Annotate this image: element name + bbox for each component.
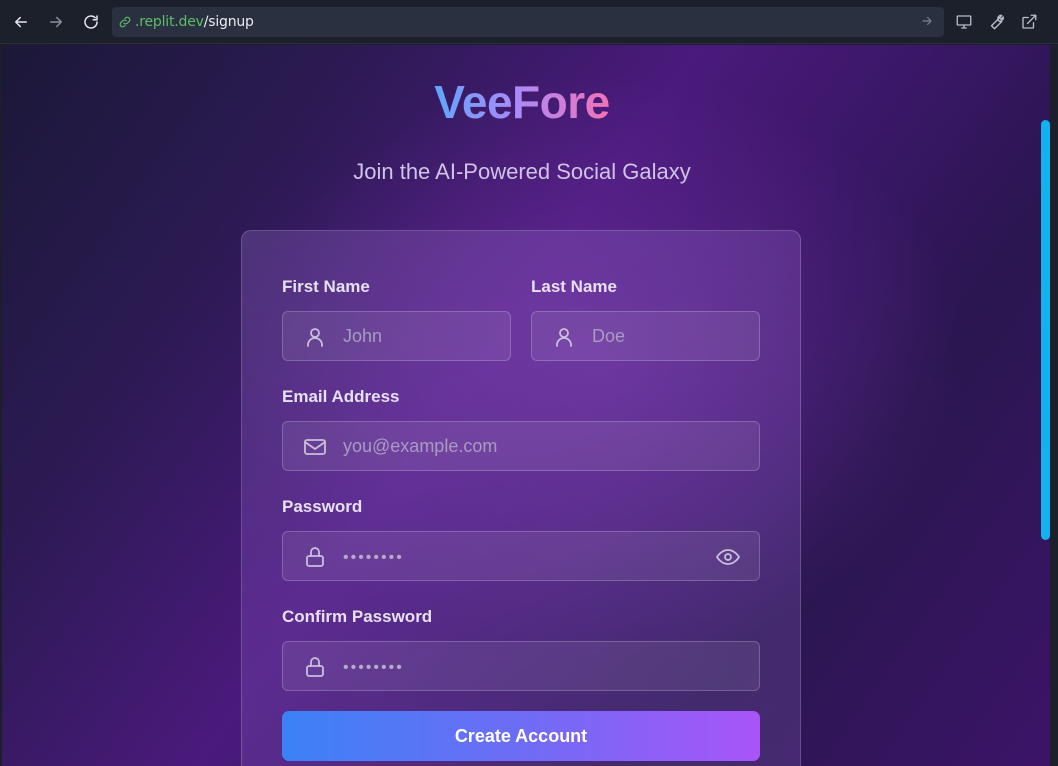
confirm-password-input[interactable]: [343, 642, 709, 690]
mail-icon: [303, 435, 327, 459]
reload-button[interactable]: [78, 9, 104, 35]
user-icon: [552, 325, 576, 349]
devtools-button[interactable]: [985, 11, 1007, 33]
address-bar[interactable]: .replit.dev/signup: [112, 7, 944, 37]
email-input[interactable]: [343, 422, 709, 470]
brand-title: VeeFore: [434, 76, 610, 128]
forward-arrow-icon: [50, 16, 62, 28]
last-name-input[interactable]: [592, 312, 709, 360]
wrench-icon: [990, 14, 1005, 30]
confirm-password-field[interactable]: [282, 641, 760, 691]
email-label: Email Address: [282, 387, 400, 406]
reload-icon: [84, 15, 98, 29]
first-name-field[interactable]: [282, 311, 511, 361]
password-label: Password: [282, 497, 363, 516]
page-tagline: Join the AI-Powered Social Galaxy: [353, 159, 691, 184]
brand-logo: VeeFore: [2, 75, 1042, 129]
monitor-icon: [956, 15, 972, 29]
go-arrow-icon[interactable]: [920, 14, 936, 30]
link-icon: [118, 14, 134, 30]
first-name-input[interactable]: [343, 312, 460, 360]
last-name-field[interactable]: [531, 311, 760, 361]
lock-icon: [303, 545, 327, 569]
page-viewport: VeeFore Join the AI-Powered Social Galax…: [2, 45, 1050, 766]
url-host: .replit.dev: [135, 14, 204, 30]
email-field[interactable]: [282, 421, 760, 471]
password-input[interactable]: [343, 532, 709, 580]
confirm-password-label: Confirm Password: [282, 607, 433, 626]
back-arrow-icon: [15, 16, 27, 28]
password-field[interactable]: [282, 531, 760, 581]
forward-button[interactable]: [43, 9, 69, 35]
create-account-button[interactable]: Create Account: [282, 711, 760, 761]
url-text: .replit.dev/signup: [135, 14, 254, 30]
browser-toolbar: .replit.dev/signup: [0, 0, 1058, 44]
devices-button[interactable]: [953, 11, 975, 33]
back-button[interactable]: [8, 9, 34, 35]
scrollbar-thumb[interactable]: [1041, 120, 1050, 540]
open-new-tab-button[interactable]: [1018, 11, 1040, 33]
eye-icon[interactable]: [715, 545, 741, 569]
window-frame: [1050, 45, 1058, 766]
user-icon: [303, 325, 327, 349]
lock-icon: [303, 655, 327, 679]
external-link-icon: [1022, 14, 1037, 29]
first-name-label: First Name: [282, 277, 370, 296]
url-path: /signup: [203, 14, 254, 30]
last-name-label: Last Name: [531, 277, 617, 296]
